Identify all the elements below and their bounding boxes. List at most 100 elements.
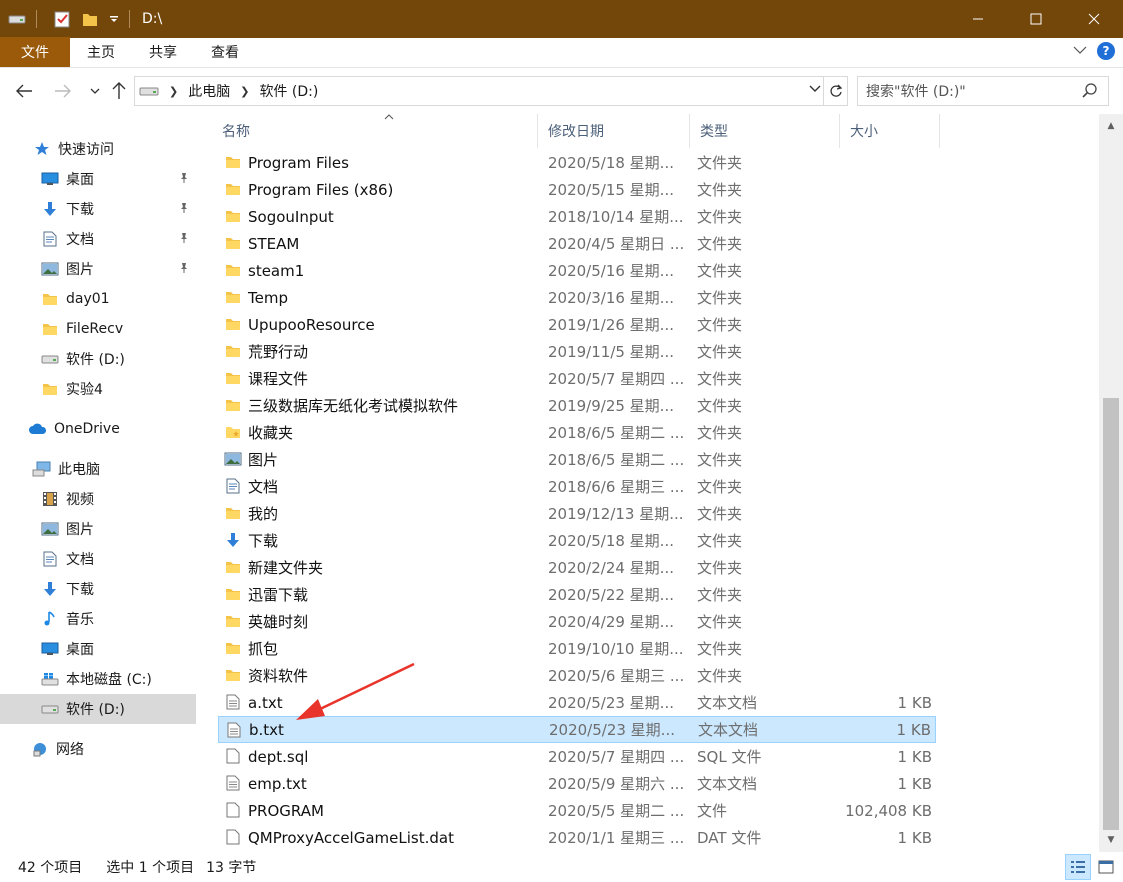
file-row[interactable]: 荒野行动 2019/11/5 星期... 文件夹: [218, 338, 936, 365]
breadcrumb-chevron-icon[interactable]: ❯: [169, 85, 178, 98]
sidebar-item[interactable]: OneDrive: [0, 414, 196, 444]
breadcrumb-drive-d[interactable]: 软件 (D:): [259, 81, 318, 101]
sidebar-item-label: OneDrive: [54, 421, 120, 437]
sidebar-item[interactable]: 快速访问: [0, 134, 196, 164]
column-header-size[interactable]: 大小: [840, 114, 940, 148]
quick-access-dropdown-icon[interactable]: [107, 8, 121, 30]
minimize-button[interactable]: [949, 0, 1007, 38]
file-row[interactable]: 图片 2018/6/5 星期二 ... 文件夹: [218, 446, 936, 473]
file-row[interactable]: steam1 2020/5/16 星期... 文件夹: [218, 257, 936, 284]
file-row[interactable]: emp.txt 2020/5/9 星期六 ... 文本文档 1 KB: [218, 770, 936, 797]
address-dropdown-icon[interactable]: [809, 82, 821, 96]
file-row[interactable]: QMProxyAccelGameList.dat 2020/1/1 星期三 ...…: [218, 824, 936, 851]
help-button[interactable]: ?: [1097, 42, 1115, 60]
tab-home[interactable]: 主页: [70, 37, 132, 67]
sidebar-item[interactable]: 实验4: [0, 374, 196, 404]
file-row[interactable]: dept.sql 2020/5/7 星期四 ... SQL 文件 1 KB: [218, 743, 936, 770]
tab-view[interactable]: 查看: [194, 37, 256, 67]
file-row[interactable]: PROGRAM 2020/5/5 星期二 ... 文件 102,408 KB: [218, 797, 936, 824]
sidebar-item[interactable]: 此电脑: [0, 454, 196, 484]
file-row[interactable]: 课程文件 2020/5/7 星期四 ... 文件夹: [218, 365, 936, 392]
breadcrumb-chevron-icon[interactable]: ❯: [240, 85, 249, 98]
folder-icon: [224, 612, 242, 630]
properties-icon[interactable]: [51, 8, 73, 30]
picture-icon: [224, 450, 242, 468]
file-row[interactable]: 迅雷下载 2020/5/22 星期... 文件夹: [218, 581, 936, 608]
sidebar-item[interactable]: 文档: [0, 224, 196, 254]
file-type: 文件夹: [697, 208, 743, 226]
refresh-button[interactable]: [823, 77, 847, 105]
file-row[interactable]: 下载 2020/5/18 星期... 文件夹: [218, 527, 936, 554]
file-row[interactable]: 收藏夹 2018/6/5 星期二 ... 文件夹: [218, 419, 936, 446]
file-row[interactable]: STEAM 2020/4/5 星期日 ... 文件夹: [218, 230, 936, 257]
scroll-down-icon[interactable]: ▼: [1099, 830, 1123, 850]
sidebar-item[interactable]: 桌面: [0, 634, 196, 664]
sidebar-item[interactable]: 网络: [0, 734, 196, 764]
sidebar-item[interactable]: 图片: [0, 254, 196, 284]
file-type: 文件夹: [697, 505, 743, 523]
file-size: 1 KB: [897, 747, 932, 766]
cloud-icon: [28, 419, 48, 439]
details-view-icon[interactable]: [1065, 854, 1091, 880]
forward-button[interactable]: [52, 80, 74, 102]
file-row[interactable]: b.txt 2020/5/23 星期... 文本文档 1 KB: [218, 716, 936, 743]
sidebar-item[interactable]: 文档: [0, 544, 196, 574]
file-size: 1 KB: [897, 774, 932, 793]
up-button[interactable]: [108, 80, 130, 102]
sidebar-item[interactable]: 桌面: [0, 164, 196, 194]
search-input[interactable]: 搜索"软件 (D:)": [857, 76, 1109, 106]
file-row[interactable]: a.txt 2020/5/23 星期... 文本文档 1 KB: [218, 689, 936, 716]
file-row[interactable]: Program Files 2020/5/18 星期... 文件夹: [218, 149, 936, 176]
tab-share[interactable]: 共享: [132, 37, 194, 67]
file-date: 2020/5/5 星期二 ...: [548, 802, 685, 820]
file-row[interactable]: Temp 2020/3/16 星期... 文件夹: [218, 284, 936, 311]
file-row[interactable]: 资料软件 2020/5/6 星期三 ... 文件夹: [218, 662, 936, 689]
file-name: STEAM: [248, 234, 300, 253]
file-row[interactable]: Program Files (x86) 2020/5/15 星期... 文件夹: [218, 176, 936, 203]
breadcrumb-this-pc[interactable]: 此电脑: [188, 81, 230, 101]
sidebar-item[interactable]: 软件 (D:): [0, 344, 196, 374]
file-row[interactable]: UpupooResource 2019/1/26 星期... 文件夹: [218, 311, 936, 338]
scrollbar-thumb[interactable]: [1103, 398, 1119, 830]
file-type: 文件夹: [697, 586, 743, 604]
maximize-button[interactable]: [1007, 0, 1065, 38]
back-button[interactable]: [13, 80, 35, 102]
file-date: 2020/5/16 星期...: [548, 262, 674, 280]
file-row[interactable]: SogouInput 2018/10/14 星期... 文件夹: [218, 203, 936, 230]
tab-file[interactable]: 文件: [0, 37, 70, 67]
sidebar-item[interactable]: FileRecv: [0, 314, 196, 344]
file-row[interactable]: 英雄时刻 2020/4/29 星期... 文件夹: [218, 608, 936, 635]
sidebar-item[interactable]: day01: [0, 284, 196, 314]
file-type: 文件夹: [697, 613, 743, 631]
ribbon-tabs: 文件 主页 共享 查看 ?: [0, 37, 1123, 68]
recent-locations-button[interactable]: [84, 80, 106, 102]
sidebar-item-label: 视频: [66, 492, 94, 508]
sidebar-item[interactable]: 视频: [0, 484, 196, 514]
sidebar-item[interactable]: 下载: [0, 194, 196, 224]
file-row[interactable]: 抓包 2019/10/10 星期... 文件夹: [218, 635, 936, 662]
file-row[interactable]: 三级数据库无纸化考试模拟软件 2019/9/25 星期... 文件夹: [218, 392, 936, 419]
file-type: 文件夹: [697, 559, 743, 577]
file-row[interactable]: 新建文件夹 2020/2/24 星期... 文件夹: [218, 554, 936, 581]
vertical-scrollbar[interactable]: ▲ ▼: [1099, 114, 1123, 852]
drive-icon: [40, 699, 60, 719]
column-header-name[interactable]: 名称: [212, 114, 538, 148]
sidebar-item[interactable]: 下载: [0, 574, 196, 604]
file-row[interactable]: 文档 2018/6/6 星期三 ... 文件夹: [218, 473, 936, 500]
sidebar-item-label: 实验4: [66, 382, 103, 398]
expand-ribbon-icon[interactable]: [1073, 43, 1087, 59]
file-row[interactable]: 我的 2019/12/13 星期... 文件夹: [218, 500, 936, 527]
sidebar-item[interactable]: 软件 (D:): [0, 694, 196, 724]
folder-icon: [224, 234, 242, 252]
new-folder-icon[interactable]: [79, 8, 101, 30]
sidebar-item[interactable]: 本地磁盘 (C:): [0, 664, 196, 694]
sidebar-item[interactable]: 音乐: [0, 604, 196, 634]
large-icons-view-icon[interactable]: [1093, 854, 1119, 880]
column-header-type[interactable]: 类型: [690, 114, 840, 148]
text-file-icon: [224, 774, 242, 792]
address-bar[interactable]: ❯ 此电脑 ❯ 软件 (D:): [134, 76, 848, 106]
scroll-up-icon[interactable]: ▲: [1099, 116, 1123, 136]
column-header-date[interactable]: 修改日期: [538, 114, 690, 148]
sidebar-item[interactable]: 图片: [0, 514, 196, 544]
close-button[interactable]: [1065, 0, 1123, 38]
